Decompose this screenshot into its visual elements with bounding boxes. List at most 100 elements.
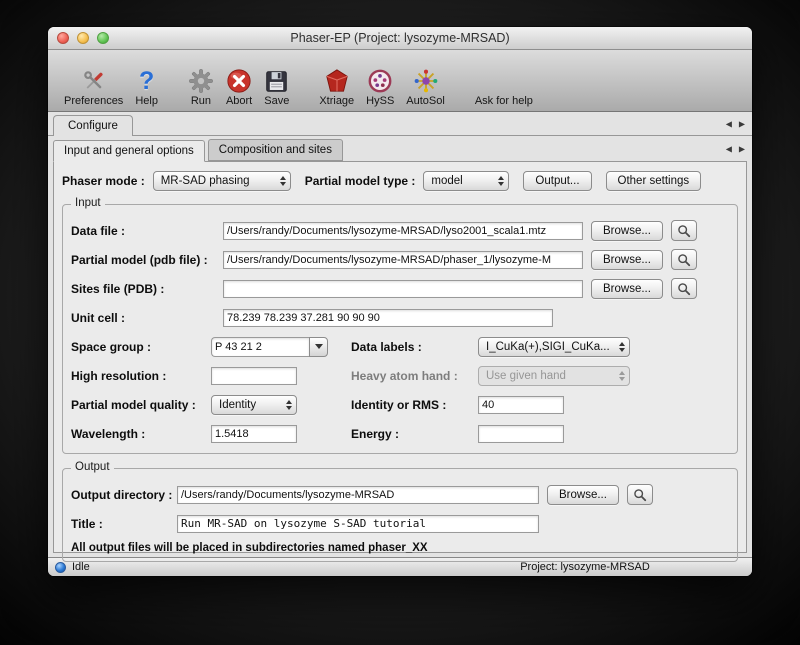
toolbar-button-save[interactable]: Save	[264, 61, 289, 107]
partial-model-search-button[interactable]	[671, 249, 697, 270]
zoom-button[interactable]	[97, 32, 109, 44]
toolbar-button-autosol[interactable]: AutoSol	[406, 61, 445, 107]
identity-or-rms-label: Identity or RMS :	[351, 398, 446, 412]
wavelength-input[interactable]	[211, 425, 297, 443]
high-resolution-input[interactable]	[211, 367, 297, 385]
unit-cell-row: Unit cell :	[63, 303, 737, 332]
main-tab-bar: Configure ◀ ▶	[48, 112, 752, 136]
tab-scroll-right-icon[interactable]: ▶	[739, 119, 745, 128]
input-group: Input Data file : Browse... Partial mode…	[62, 204, 738, 454]
input-group-title: Input	[71, 197, 105, 209]
toolbar-label: Xtriage	[319, 95, 354, 107]
sites-file-input[interactable]	[223, 280, 583, 298]
popup-arrows-icon	[619, 371, 625, 381]
toolbar: Preferences ? Help Run	[48, 50, 752, 112]
subtab-scroll-arrows: ◀ ▶	[726, 144, 745, 153]
save-floppy-icon	[264, 64, 289, 94]
partial-model-quality-select[interactable]: Identity	[211, 395, 297, 415]
high-resolution-row: High resolution : Heavy atom hand : Use …	[63, 361, 737, 390]
toolbar-label: Preferences	[64, 95, 123, 107]
autosol-icon	[413, 64, 439, 94]
gear-icon	[188, 64, 214, 94]
input-options-panel: Phaser mode : MR-SAD phasing Partial mod…	[53, 161, 747, 553]
hyss-icon	[367, 64, 393, 94]
partial-model-input[interactable]	[223, 251, 583, 269]
output-group: Output Output directory : Browse... Titl…	[62, 468, 738, 562]
subtab-scroll-right-icon[interactable]: ▶	[739, 144, 745, 153]
other-settings-button[interactable]: Other settings	[606, 171, 702, 191]
data-file-input[interactable]	[223, 222, 583, 240]
app-window: Phaser-EP (Project: lysozyme-MRSAD) Pref…	[48, 27, 752, 576]
phaser-mode-select[interactable]: MR-SAD phasing	[153, 171, 291, 191]
toolbar-button-xtriage[interactable]: Xtriage	[319, 61, 354, 107]
output-note: All output files will be placed in subdi…	[63, 538, 737, 556]
data-file-search-button[interactable]	[671, 220, 697, 241]
space-group-row: Space group : Data labels : I_CuKa(+),SI…	[63, 332, 737, 361]
preferences-tools-icon	[81, 64, 107, 94]
sites-file-row: Sites file (PDB) : Browse...	[63, 274, 737, 303]
minimize-button[interactable]	[77, 32, 89, 44]
partial-model-label: Partial model (pdb file) :	[71, 253, 223, 267]
traffic-lights	[57, 32, 109, 44]
space-group-combo[interactable]	[211, 337, 328, 357]
toolbar-label: Ask for help	[475, 95, 533, 107]
high-resolution-label: High resolution :	[71, 369, 166, 383]
partial-model-browse-button[interactable]: Browse...	[591, 250, 663, 270]
popup-arrows-icon	[619, 342, 625, 352]
energy-input[interactable]	[478, 425, 564, 443]
identity-or-rms-input[interactable]	[478, 396, 564, 414]
output-directory-search-button[interactable]	[627, 484, 653, 505]
chevron-down-icon	[315, 344, 323, 349]
toolbar-button-run[interactable]: Run	[188, 61, 214, 107]
partial-model-type-select[interactable]: model	[423, 171, 509, 191]
toolbar-button-help[interactable]: ? Help	[135, 61, 158, 107]
toolbar-button-hyss[interactable]: HySS	[366, 61, 394, 107]
tab-composition-and-sites[interactable]: Composition and sites	[208, 139, 343, 161]
title-label: Title :	[71, 517, 177, 531]
title-input[interactable]	[177, 515, 539, 533]
phaser-mode-label: Phaser mode :	[62, 174, 145, 188]
subtab-scroll-left-icon[interactable]: ◀	[726, 144, 732, 153]
output-button[interactable]: Output...	[523, 171, 591, 191]
magnifier-icon	[677, 224, 691, 238]
unit-cell-label: Unit cell :	[71, 311, 223, 325]
partial-model-quality-row: Partial model quality : Identity Identit…	[63, 390, 737, 419]
title-bar[interactable]: Phaser-EP (Project: lysozyme-MRSAD)	[48, 27, 752, 50]
toolbar-button-ask-for-help[interactable]: Ask for help	[475, 61, 533, 107]
toolbar-label: HySS	[366, 95, 394, 107]
tab-scroll-arrows: ◀ ▶	[726, 119, 745, 128]
output-directory-browse-button[interactable]: Browse...	[547, 485, 619, 505]
toolbar-label: Help	[135, 95, 158, 107]
space-group-input[interactable]	[211, 337, 309, 357]
mode-options-row: Phaser mode : MR-SAD phasing Partial mod…	[54, 162, 746, 194]
popup-arrows-icon	[498, 176, 504, 186]
space-group-dropdown-button[interactable]	[309, 337, 328, 357]
partial-model-quality-value: Identity	[219, 399, 279, 411]
output-directory-row: Output directory : Browse...	[63, 480, 737, 509]
sub-tab-bar: Input and general options Composition an…	[48, 136, 752, 161]
tab-scroll-left-icon[interactable]: ◀	[726, 119, 732, 128]
unit-cell-input[interactable]	[223, 309, 553, 327]
status-indicator-icon	[55, 562, 66, 573]
data-labels-label: Data labels :	[351, 340, 422, 354]
heavy-atom-hand-select: Use given hand	[478, 366, 630, 386]
tab-configure[interactable]: Configure	[53, 115, 133, 136]
sites-file-search-button[interactable]	[671, 278, 697, 299]
output-directory-input[interactable]	[177, 486, 539, 504]
status-text: Idle	[72, 561, 90, 573]
sites-file-browse-button[interactable]: Browse...	[591, 279, 663, 299]
heavy-atom-hand-label: Heavy atom hand :	[351, 369, 458, 383]
wavelength-label: Wavelength :	[71, 427, 145, 441]
toolbar-label: Run	[191, 95, 211, 107]
data-labels-select[interactable]: I_CuKa(+),SIGI_CuKa...	[478, 337, 630, 357]
help-icon: ?	[139, 64, 154, 94]
tab-input-and-general-options[interactable]: Input and general options	[53, 140, 205, 162]
close-button[interactable]	[57, 32, 69, 44]
data-file-browse-button[interactable]: Browse...	[591, 221, 663, 241]
status-project: Project: lysozyme-MRSAD	[425, 561, 745, 573]
magnifier-icon	[677, 282, 691, 296]
phaser-mode-value: MR-SAD phasing	[161, 175, 273, 187]
toolbar-button-preferences[interactable]: Preferences	[64, 61, 123, 107]
abort-icon	[226, 64, 252, 94]
toolbar-button-abort[interactable]: Abort	[226, 61, 252, 107]
